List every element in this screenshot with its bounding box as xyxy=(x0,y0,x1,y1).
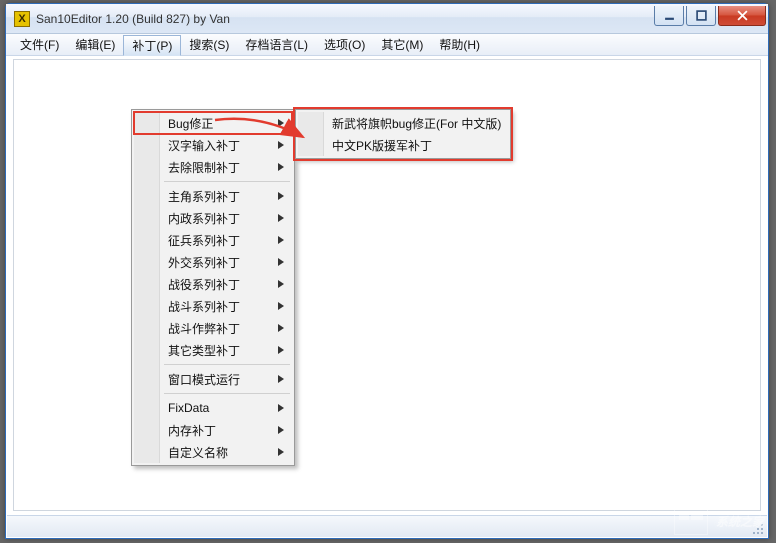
patch-menu-item[interactable]: 内政系列补丁 xyxy=(134,207,292,229)
menu-item[interactable]: 选项(O) xyxy=(316,34,373,55)
status-bar xyxy=(7,515,767,537)
menu-item-label: 汉字输入补丁 xyxy=(168,137,240,154)
menu-item[interactable]: 编辑(E) xyxy=(67,34,123,55)
patch-menu-item[interactable]: 外交系列补丁 xyxy=(134,251,292,273)
watermark: 系统之家 xyxy=(674,507,764,535)
menu-separator xyxy=(164,181,290,182)
patch-menu-item[interactable]: 去除限制补丁 xyxy=(134,156,292,178)
menu-item-label: 其它类型补丁 xyxy=(168,342,240,359)
patch-menu-item[interactable]: 主角系列补丁 xyxy=(134,185,292,207)
menu-item[interactable]: 补丁(P) xyxy=(123,35,181,56)
menu-item-label: 征兵系列补丁 xyxy=(168,232,240,249)
app-window: X San10Editor 1.20 (Build 827) by Van 文件… xyxy=(5,3,769,539)
window-controls xyxy=(654,6,766,26)
title-bar: X San10Editor 1.20 (Build 827) by Van xyxy=(6,4,768,34)
patch-menu-item[interactable]: 征兵系列补丁 xyxy=(134,229,292,251)
chevron-right-icon xyxy=(278,324,284,332)
menu-item-label: Bug修正 xyxy=(168,115,213,132)
menu-item-label: FixData xyxy=(168,401,209,415)
menu-item-label: 窗口模式运行 xyxy=(168,371,240,388)
close-button[interactable] xyxy=(718,6,766,26)
menu-separator xyxy=(164,364,290,365)
patch-menu-item[interactable]: FixData xyxy=(134,397,292,419)
patch-menu-item[interactable]: 战斗作弊补丁 xyxy=(134,317,292,339)
patch-menu-item[interactable]: 其它类型补丁 xyxy=(134,339,292,361)
patch-menu-item[interactable]: 自定义名称 xyxy=(134,441,292,463)
menu-item-label: 战斗系列补丁 xyxy=(168,298,240,315)
menu-item-label: 自定义名称 xyxy=(168,444,228,461)
watermark-logo-icon xyxy=(674,507,708,535)
chevron-right-icon xyxy=(278,119,284,127)
chevron-right-icon xyxy=(278,346,284,354)
menu-item-label: 外交系列补丁 xyxy=(168,254,240,271)
menu-item[interactable]: 文件(F) xyxy=(12,34,67,55)
menu-item-label: 战役系列补丁 xyxy=(168,276,240,293)
chevron-right-icon xyxy=(278,375,284,383)
patch-menu-item[interactable]: 窗口模式运行 xyxy=(134,368,292,390)
chevron-right-icon xyxy=(278,448,284,456)
chevron-right-icon xyxy=(278,141,284,149)
bugfix-submenu: 新武将旗帜bug修正(For 中文版) 中文PK版援军补丁 xyxy=(295,109,511,159)
submenu-item[interactable]: 中文PK版援军补丁 xyxy=(298,134,508,156)
close-icon xyxy=(737,10,748,21)
chevron-right-icon xyxy=(278,426,284,434)
chevron-right-icon xyxy=(278,404,284,412)
patch-menu-item[interactable]: 战斗系列补丁 xyxy=(134,295,292,317)
menu-item-label: 中文PK版援军补丁 xyxy=(332,137,432,154)
chevron-right-icon xyxy=(278,258,284,266)
chevron-right-icon xyxy=(278,280,284,288)
app-icon: X xyxy=(14,11,30,27)
window-title: San10Editor 1.20 (Build 827) by Van xyxy=(36,12,654,26)
patch-menu-item[interactable]: 内存补丁 xyxy=(134,419,292,441)
patch-menu: Bug修正汉字输入补丁去除限制补丁主角系列补丁内政系列补丁征兵系列补丁外交系列补… xyxy=(131,109,295,466)
menu-item-label: 去除限制补丁 xyxy=(168,159,240,176)
menu-item-label: 战斗作弊补丁 xyxy=(168,320,240,337)
menu-item-label: 主角系列补丁 xyxy=(168,188,240,205)
menu-item-label: 内政系列补丁 xyxy=(168,210,240,227)
chevron-right-icon xyxy=(278,192,284,200)
minimize-button[interactable] xyxy=(654,6,684,26)
patch-menu-item[interactable]: Bug修正 xyxy=(134,112,292,134)
chevron-right-icon xyxy=(278,236,284,244)
menu-bar: 文件(F)编辑(E)补丁(P)搜索(S)存档语言(L)选项(O)其它(M)帮助(… xyxy=(6,34,768,56)
menu-item-label: 内存补丁 xyxy=(168,422,216,439)
maximize-button[interactable] xyxy=(686,6,716,26)
menu-item[interactable]: 存档语言(L) xyxy=(237,34,316,55)
chevron-right-icon xyxy=(278,214,284,222)
menu-item[interactable]: 搜索(S) xyxy=(181,34,237,55)
patch-menu-item[interactable]: 战役系列补丁 xyxy=(134,273,292,295)
client-area: Bug修正汉字输入补丁去除限制补丁主角系列补丁内政系列补丁征兵系列补丁外交系列补… xyxy=(6,56,768,538)
minimize-icon xyxy=(664,10,675,21)
maximize-icon xyxy=(696,10,707,21)
patch-menu-item[interactable]: 汉字输入补丁 xyxy=(134,134,292,156)
menu-item-label: 新武将旗帜bug修正(For 中文版) xyxy=(332,115,501,132)
menu-item[interactable]: 帮助(H) xyxy=(431,34,488,55)
chevron-right-icon xyxy=(278,163,284,171)
menu-separator xyxy=(164,393,290,394)
watermark-text: 系统之家 xyxy=(716,513,764,530)
chevron-right-icon xyxy=(278,302,284,310)
menu-item[interactable]: 其它(M) xyxy=(373,34,431,55)
submenu-item[interactable]: 新武将旗帜bug修正(For 中文版) xyxy=(298,112,508,134)
